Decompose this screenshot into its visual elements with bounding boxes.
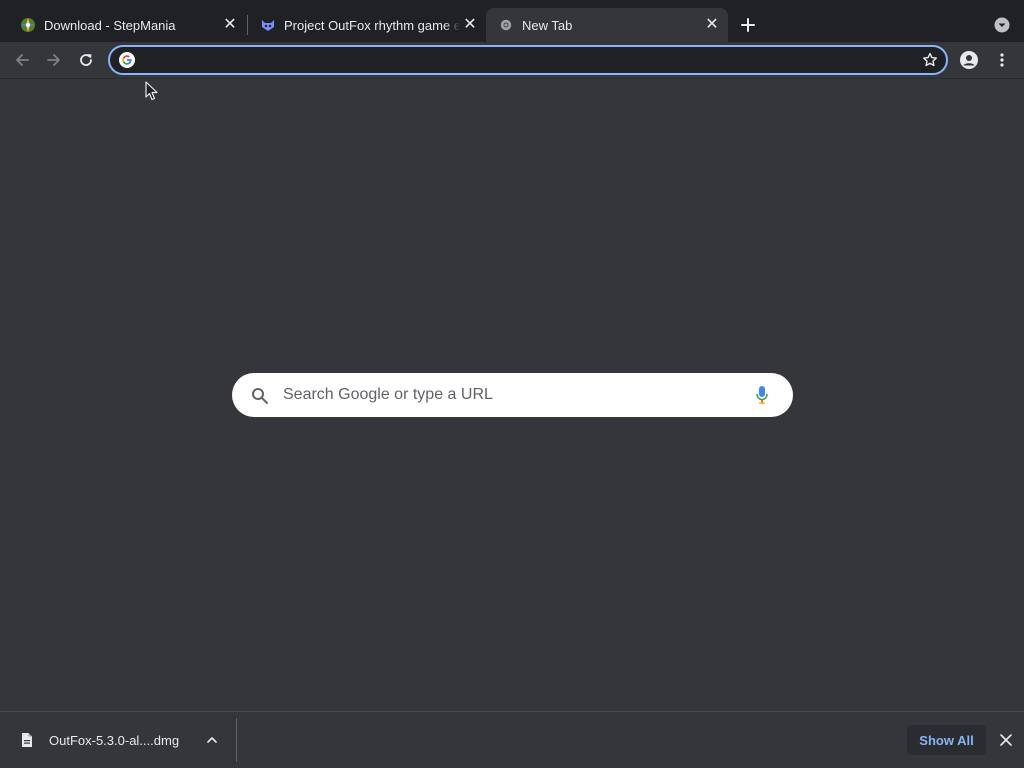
toolbar <box>0 42 1024 78</box>
tab-search-button[interactable] <box>992 15 1012 35</box>
google-g-icon <box>119 52 135 68</box>
chevron-down-circle-icon <box>994 17 1010 33</box>
back-arrow-icon <box>16 54 29 66</box>
outfox-icon <box>262 20 274 31</box>
reload-icon <box>80 54 92 66</box>
profile-icon <box>960 51 978 69</box>
tab-project-outfox[interactable]: Project OutFox rhythm game engine ✕ <box>240 8 486 42</box>
tab-download-stepmania[interactable]: Download - StepMania ✕ <box>0 8 246 42</box>
new-tab-button[interactable] <box>736 13 760 37</box>
forward-button[interactable] <box>42 48 66 72</box>
omnibox-input[interactable] <box>144 50 904 70</box>
tab-new-tab[interactable]: New Tab ✕ <box>486 8 728 42</box>
microphone-icon[interactable] <box>755 385 769 405</box>
download-item[interactable]: OutFox-5.3.0-al....dmg <box>0 712 236 768</box>
tab-title: Download - StepMania <box>44 17 176 33</box>
search-placeholder: Search Google or type a URL <box>283 386 493 403</box>
back-button[interactable] <box>10 48 34 72</box>
stepmania-icon <box>21 18 35 32</box>
file-icon <box>22 733 32 747</box>
forward-arrow-icon <box>47 54 60 66</box>
close-icon[interactable] <box>997 731 1015 749</box>
star-icon[interactable] <box>922 52 938 68</box>
address-bar[interactable] <box>108 45 948 75</box>
toolbar-divider <box>0 78 1024 79</box>
show-all-button[interactable]: Show All <box>907 725 986 755</box>
download-filename: OutFox-5.3.0-al....dmg <box>49 733 180 748</box>
profile-button[interactable] <box>957 48 981 72</box>
download-shelf: OutFox-5.3.0-al....dmg Show All <box>0 711 1024 768</box>
plus-icon <box>741 18 755 32</box>
tab-title: New Tab <box>522 17 573 33</box>
close-tab-icon[interactable]: ✕ <box>702 15 722 35</box>
browser-menu-button[interactable] <box>990 48 1014 72</box>
kebab-menu-icon <box>1000 53 1004 67</box>
download-separator <box>236 718 237 762</box>
close-tab-icon[interactable]: ✕ <box>220 15 240 35</box>
google-search-box[interactable]: Search Google or type a URL <box>232 373 793 417</box>
close-tab-icon[interactable]: ✕ <box>460 15 480 35</box>
chrome-icon <box>500 19 512 31</box>
tab-title: Project OutFox rhythm game engine <box>284 17 460 33</box>
chevron-up-icon[interactable] <box>204 732 220 748</box>
magnifier-icon <box>252 388 268 404</box>
tab-strip: Download - StepMania ✕ Project OutFox rh… <box>0 0 1024 42</box>
mouse-cursor-icon <box>145 81 158 101</box>
reload-button[interactable] <box>74 48 98 72</box>
